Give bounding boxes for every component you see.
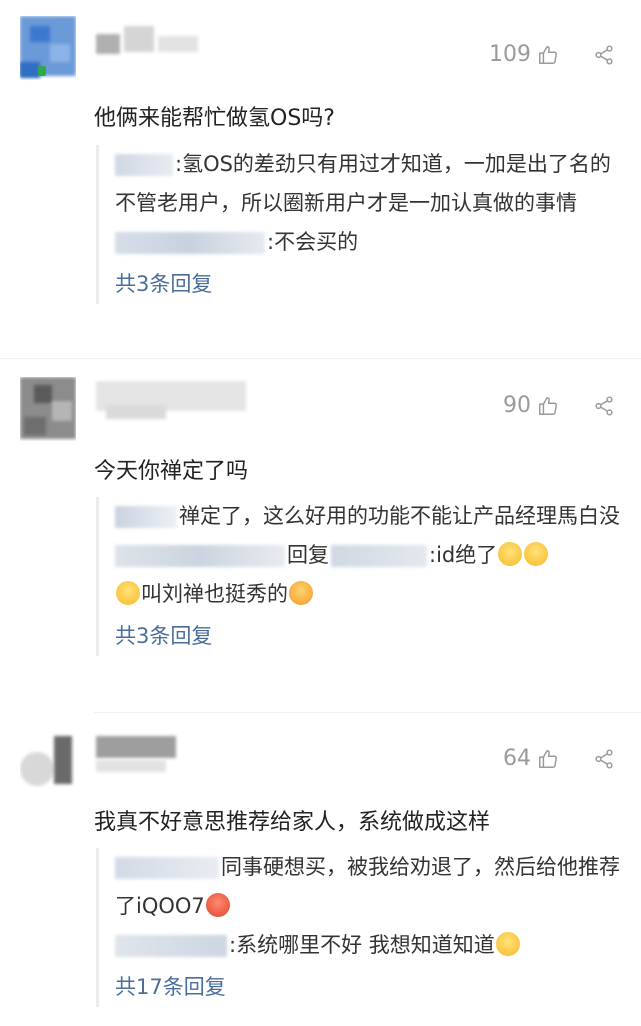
reply-item[interactable]: :系统哪里不好 我想知道知道 bbox=[115, 926, 626, 965]
comment-text: 我真不好意思推荐给家人，系统做成这样 bbox=[94, 810, 491, 835]
reply-list: :氢OS的差劲只有用过才知道，一加是出了名的不管老用户，所以圈新用户才是一加认真… bbox=[96, 145, 626, 304]
avatar[interactable] bbox=[20, 16, 76, 80]
reply-item[interactable]: :不会买的 bbox=[115, 223, 626, 262]
view-more-replies-link[interactable]: 共17条回复 bbox=[115, 968, 626, 1007]
comment-3: 64 我真不好意思推荐给家人，系统做成这样 同事硬想买，被我给劝退了，然后给他推… bbox=[0, 722, 641, 1022]
reply-author[interactable] bbox=[115, 545, 285, 567]
comment-actions: 109 bbox=[489, 42, 615, 67]
view-more-replies-link[interactable]: 共3条回复 bbox=[115, 617, 626, 656]
smile-emoji-icon bbox=[289, 581, 313, 605]
share-icon bbox=[595, 44, 613, 65]
reply-author[interactable] bbox=[115, 232, 265, 254]
like-count: 64 bbox=[503, 746, 531, 771]
divider bbox=[0, 358, 641, 359]
thumbs-up-icon bbox=[539, 396, 557, 415]
reply-author[interactable] bbox=[115, 506, 177, 528]
reply-author[interactable] bbox=[115, 935, 227, 957]
tears-of-joy-emoji-icon bbox=[495, 932, 520, 956]
grin-emoji-icon bbox=[498, 542, 523, 566]
reply-text-tail: 叫刘禅也挺秀的 bbox=[141, 582, 288, 606]
share-button[interactable] bbox=[593, 748, 615, 770]
thumbs-up-icon bbox=[539, 45, 557, 64]
like-button[interactable]: 109 bbox=[489, 42, 559, 67]
divider bbox=[94, 712, 641, 713]
share-icon bbox=[595, 748, 613, 769]
avatar[interactable] bbox=[20, 377, 76, 441]
view-more-replies-link[interactable]: 共3条回复 bbox=[115, 265, 626, 304]
reply-list: 同事硬想买，被我给劝退了，然后给他推荐了iQOO7 :系统哪里不好 我想知道知道… bbox=[96, 848, 626, 1007]
reply-text: :id绝了 bbox=[429, 543, 498, 567]
comment-text: 他俩来能帮忙做氢OS吗? bbox=[94, 106, 335, 131]
username[interactable] bbox=[96, 16, 206, 56]
reply-item[interactable]: 禅定了，这么好用的功能不能让产品经理馬白没 bbox=[115, 497, 626, 536]
like-count: 109 bbox=[489, 42, 531, 67]
grin-emoji-icon bbox=[524, 542, 549, 566]
comment-1: 109 他俩来能帮忙做氢OS吗? :氢OS的差劲只有用过才知道，一加是出了名的不… bbox=[0, 0, 641, 345]
reply-item[interactable]: 同事硬想买，被我给劝退了，然后给他推荐了iQOO7 bbox=[115, 848, 626, 926]
reply-text: 禅定了，这么好用的功能不能让产品经理馬白没 bbox=[179, 504, 620, 528]
reply-text: :不会买的 bbox=[267, 230, 359, 254]
reply-author[interactable] bbox=[115, 857, 219, 879]
share-button[interactable] bbox=[593, 44, 615, 66]
comment-actions: 90 bbox=[503, 393, 615, 418]
like-button[interactable]: 90 bbox=[503, 393, 559, 418]
thumbs-up-icon bbox=[539, 749, 557, 768]
reply-author[interactable] bbox=[115, 154, 173, 176]
reply-list: 禅定了，这么好用的功能不能让产品经理馬白没 回复 :id绝了叫刘禅也挺秀的 共3条… bbox=[96, 497, 626, 656]
laughing-emoji-icon bbox=[205, 893, 230, 917]
reply-item[interactable]: 回复 :id绝了叫刘禅也挺秀的 bbox=[115, 536, 626, 614]
reply-item[interactable]: :氢OS的差劲只有用过才知道，一加是出了名的不管老用户，所以圈新用户才是一加认真… bbox=[115, 145, 626, 223]
avatar[interactable] bbox=[20, 732, 76, 796]
reply-target[interactable] bbox=[331, 545, 427, 567]
reply-text: :氢OS的差劲只有用过才知道，一加是出了名的不管老用户，所以圈新用户才是一加认真… bbox=[115, 152, 611, 215]
comment-text: 今天你禅定了吗 bbox=[94, 459, 249, 484]
like-button[interactable]: 64 bbox=[503, 746, 559, 771]
grin-emoji-icon bbox=[116, 581, 140, 605]
comment-actions: 64 bbox=[503, 746, 615, 771]
share-icon bbox=[595, 395, 613, 416]
username[interactable] bbox=[96, 736, 206, 776]
comment-2: 90 今天你禅定了吗 禅定了，这么好用的功能不能让产品经理馬白没 回复 :id绝了… bbox=[0, 365, 641, 705]
reply-prefix: 回复 bbox=[287, 543, 329, 567]
username[interactable] bbox=[96, 375, 256, 425]
share-button[interactable] bbox=[593, 395, 615, 417]
like-count: 90 bbox=[503, 393, 531, 418]
reply-text: :系统哪里不好 我想知道知道 bbox=[229, 933, 495, 957]
